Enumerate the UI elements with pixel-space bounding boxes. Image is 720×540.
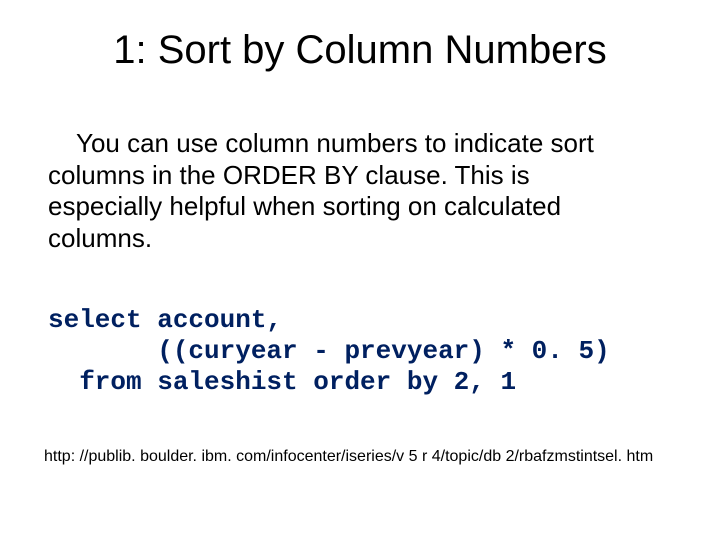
reference-url: http: //publib. boulder. ibm. com/infoce…	[44, 448, 684, 466]
code-block: select account, ((curyear - prevyear) * …	[48, 305, 688, 399]
slide: 1: Sort by Column Numbers You can use co…	[0, 0, 720, 540]
body-paragraph: You can use column numbers to indicate s…	[48, 128, 648, 255]
slide-title: 1: Sort by Column Numbers	[0, 28, 720, 73]
